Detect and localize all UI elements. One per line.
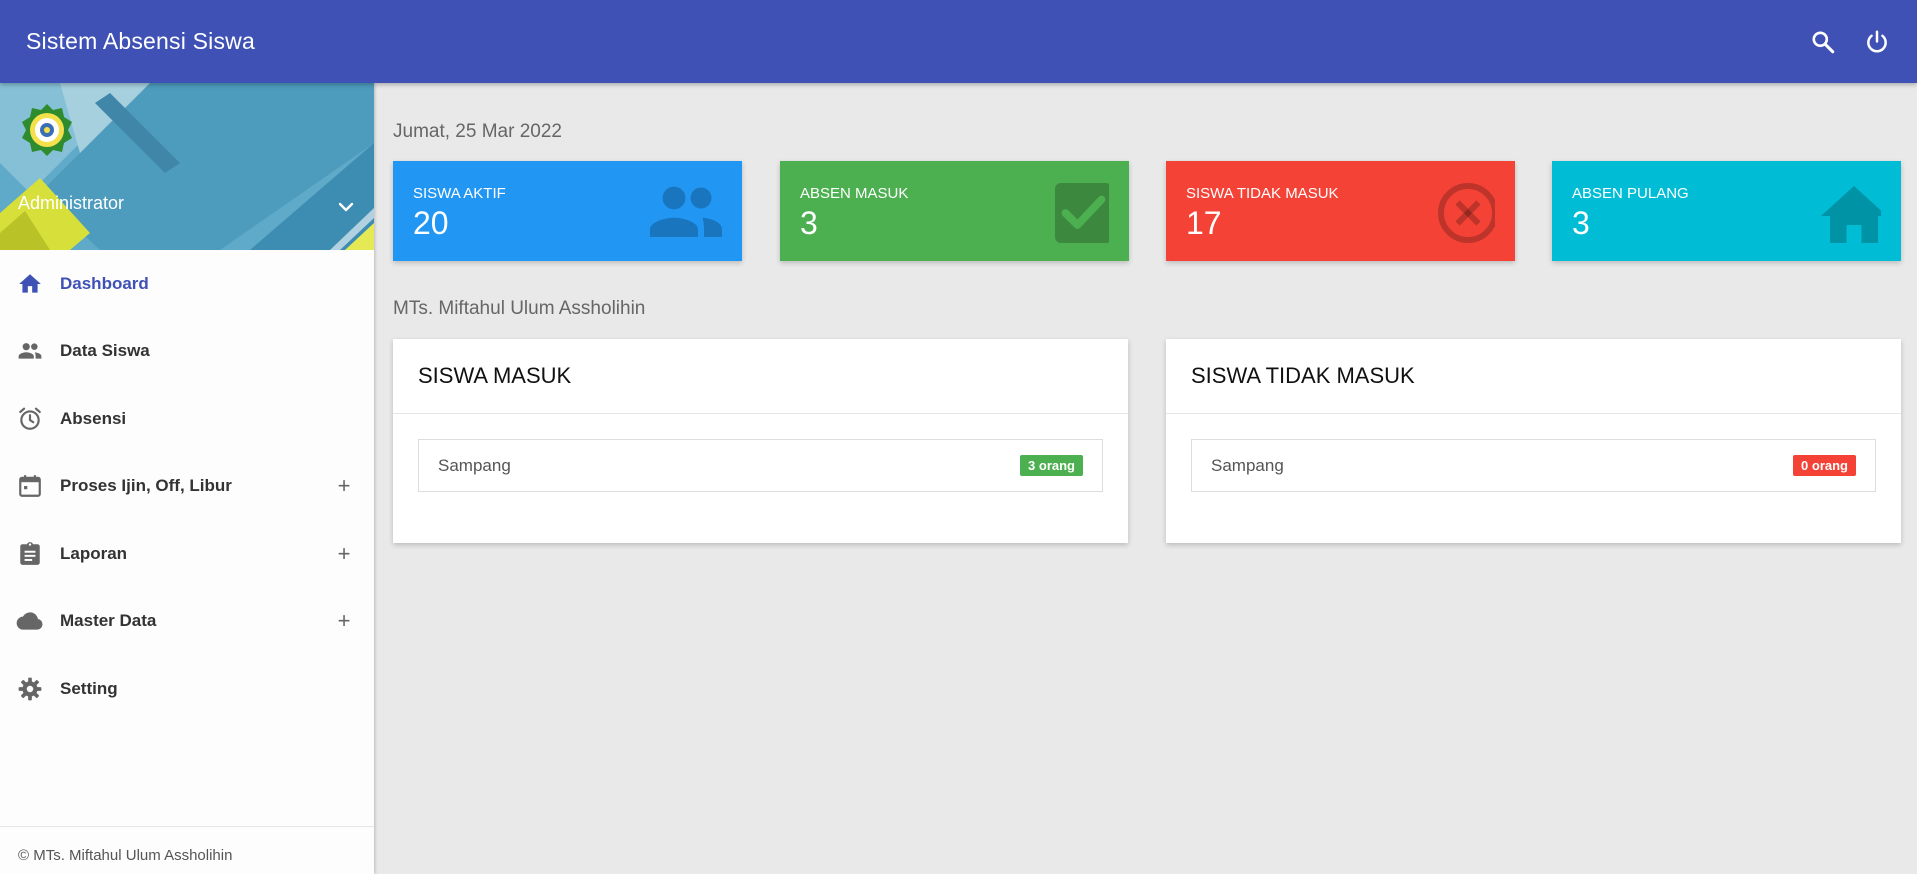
panel-title: SISWA TIDAK MASUK	[1166, 339, 1901, 414]
sidebar-item-label: Master Data	[60, 611, 157, 631]
sidebar-item-label: Proses Ijin, Off, Libur	[60, 476, 232, 496]
people-icon	[16, 337, 44, 365]
info-card-absen-masuk[interactable]: ABSEN MASUK 3	[780, 161, 1129, 261]
power-icon[interactable]	[1863, 28, 1891, 56]
calendar-icon	[16, 472, 44, 500]
main-content: Jumat, 25 Mar 2022 SISWA AKTIF 20 ABSEN …	[374, 83, 1917, 874]
sidebar-item-proses-ijin[interactable]: Proses Ijin, Off, Libur +	[0, 453, 374, 521]
card-label: SISWA TIDAK MASUK	[1186, 185, 1339, 202]
card-label: ABSEN PULANG	[1572, 185, 1689, 202]
cloud-icon	[16, 607, 44, 635]
info-card-siswa-aktif[interactable]: SISWA AKTIF 20	[393, 161, 742, 261]
current-date: Jumat, 25 Mar 2022	[393, 121, 562, 142]
expand-icon[interactable]: +	[334, 608, 354, 634]
card-label: SISWA AKTIF	[413, 185, 506, 202]
sidebar-item-master-data[interactable]: Master Data +	[0, 588, 374, 656]
sidebar-item-laporan[interactable]: Laporan +	[0, 520, 374, 588]
card-value: 3	[800, 205, 818, 241]
sidebar-item-label: Absensi	[60, 408, 127, 428]
home-icon	[1821, 186, 1881, 243]
count-badge: 3 orang	[1020, 455, 1083, 476]
sidebar-footer: © MTs. Miftahul Ulum Assholihin	[0, 826, 374, 874]
sidebar: Administrator Dashboard Data Siswa Absen…	[0, 83, 374, 874]
school-name: MTs. Miftahul Ulum Assholihin	[393, 298, 646, 319]
sidebar-item-absensi[interactable]: Absensi	[0, 385, 374, 453]
sidebar-item-label: Data Siswa	[60, 341, 150, 361]
sidebar-item-dashboard[interactable]: Dashboard	[0, 250, 374, 318]
panel-siswa-tidak-masuk: SISWA TIDAK MASUK Sampang 0 orang	[1166, 339, 1901, 543]
info-card-absen-pulang[interactable]: ABSEN PULANG 3	[1552, 161, 1901, 261]
people-icon	[650, 186, 722, 237]
sidebar-item-label: Dashboard	[60, 273, 149, 293]
panel-siswa-masuk: SISWA MASUK Sampang 3 orang	[393, 339, 1128, 543]
card-value: 20	[413, 205, 449, 241]
alarm-icon	[16, 405, 44, 433]
list-item[interactable]: Sampang 0 orang	[1191, 439, 1876, 492]
sidebar-menu: Dashboard Data Siswa Absensi Proses Ijin…	[0, 250, 374, 723]
list-item[interactable]: Sampang 3 orang	[418, 439, 1103, 492]
sidebar-item-data-siswa[interactable]: Data Siswa	[0, 318, 374, 386]
cancel-icon	[1438, 183, 1495, 243]
gear-icon	[16, 675, 44, 703]
school-logo	[22, 104, 72, 156]
count-badge: 0 orang	[1793, 455, 1856, 476]
list-item-name: Sampang	[1211, 455, 1284, 475]
info-card-siswa-tidak-masuk[interactable]: SISWA TIDAK MASUK 17	[1166, 161, 1515, 261]
expand-icon[interactable]: +	[334, 473, 354, 499]
top-navbar: Sistem Absensi Siswa	[0, 0, 1917, 83]
card-label: ABSEN MASUK	[800, 185, 909, 202]
search-icon[interactable]	[1809, 28, 1837, 56]
home-icon	[16, 270, 44, 298]
sidebar-item-label: Setting	[60, 678, 118, 698]
app-title[interactable]: Sistem Absensi Siswa	[26, 28, 1783, 55]
user-name: Administrator	[18, 193, 125, 213]
user-panel: Administrator	[0, 83, 374, 250]
expand-icon[interactable]: +	[334, 541, 354, 567]
chevron-down-icon[interactable]	[334, 195, 358, 219]
sidebar-item-label: Laporan	[60, 543, 128, 563]
list-item-name: Sampang	[438, 455, 511, 475]
clipboard-icon	[16, 540, 44, 568]
card-value: 3	[1572, 205, 1590, 241]
check-box-icon	[1055, 183, 1109, 243]
sidebar-item-setting[interactable]: Setting	[0, 655, 374, 723]
panel-title: SISWA MASUK	[393, 339, 1128, 414]
card-value: 17	[1186, 205, 1222, 241]
